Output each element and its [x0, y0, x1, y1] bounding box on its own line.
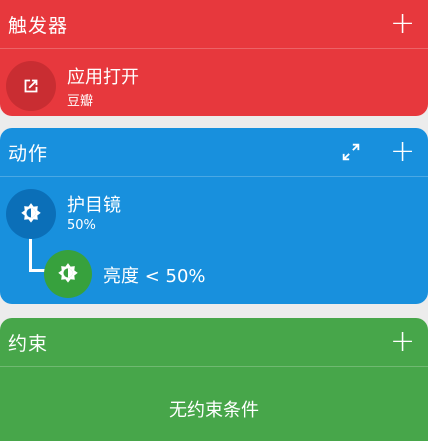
open-in-new-icon: [24, 79, 38, 93]
plus-icon[interactable]: +: [390, 137, 415, 167]
constraint-title: 约束: [8, 332, 49, 355]
condition-label: 亮度 < 50%: [103, 266, 206, 287]
action-header: 动作 +: [0, 128, 428, 176]
brightness-icon: [58, 263, 78, 283]
trigger-item[interactable]: 应用打开 豆瓣: [0, 49, 428, 116]
expand-icon[interactable]: [340, 141, 362, 163]
trigger-header: 触发器 +: [0, 0, 428, 48]
brightness-icon: [21, 203, 41, 223]
trigger-card: 触发器 + 应用打开 豆瓣: [0, 0, 428, 116]
plus-icon[interactable]: +: [390, 9, 415, 39]
action-item-subtitle: 50%: [67, 218, 96, 233]
divider: [0, 366, 428, 367]
trigger-item-icon-circle: [6, 61, 56, 111]
constraint-header: 约束 +: [0, 318, 428, 366]
condition-item[interactable]: 亮度 < 50%: [40, 248, 400, 302]
condition-icon-circle: [44, 250, 92, 298]
action-item[interactable]: 护目镜 50%: [0, 177, 428, 239]
action-item-title: 护目镜: [67, 195, 121, 216]
action-item-icon-circle: [6, 189, 56, 239]
constraint-card: 约束 + 无约束条件: [0, 318, 428, 441]
constraint-empty: 无约束条件: [169, 400, 259, 421]
trigger-item-subtitle: 豆瓣: [67, 94, 94, 109]
plus-icon[interactable]: +: [390, 327, 415, 357]
action-title: 动作: [8, 142, 49, 165]
trigger-title: 触发器: [8, 14, 69, 37]
trigger-item-title: 应用打开: [67, 67, 139, 88]
action-card: 动作 + 护目镜 50% 亮度 < 50%: [0, 128, 428, 304]
